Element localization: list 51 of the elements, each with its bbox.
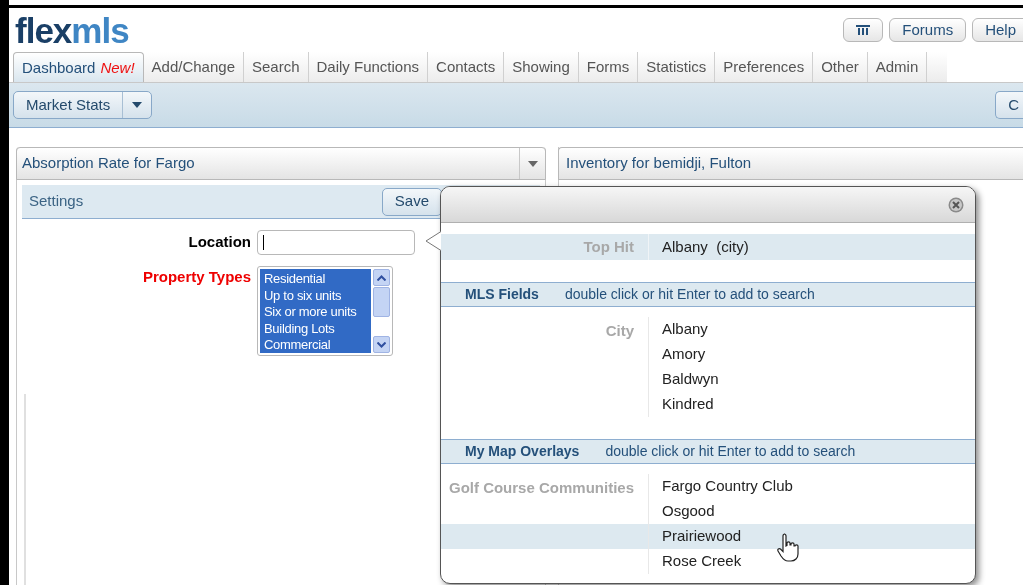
list-option[interactable]: Six or more units — [260, 304, 371, 321]
list-option[interactable]: Residential — [260, 271, 371, 288]
list-option[interactable]: Up to six units — [260, 287, 371, 304]
header-link-button[interactable]: Forums — [889, 18, 967, 42]
section-title: My Map Overlays — [464, 442, 580, 461]
top-hit-label: Top Hit — [582, 236, 635, 257]
logo-text: flexmls — [15, 12, 129, 48]
market-stats-split-button[interactable]: Market Stats — [13, 91, 153, 119]
scroll-up-icon[interactable] — [377, 274, 386, 281]
settings-title: Settings — [28, 191, 84, 212]
nav-tab[interactable]: Other — [813, 52, 868, 82]
location-label: Location — [187, 232, 252, 253]
top-hit-value[interactable]: Albany (city) — [648, 234, 749, 260]
section-hint: double click or hit Enter to add to search — [563, 285, 815, 304]
hand-cursor-icon — [776, 532, 802, 564]
group-label: Golf Course Communities — [447, 478, 635, 498]
nav-tab[interactable]: Search — [244, 52, 309, 82]
property-types-listbox[interactable]: Residential Up to six units Six or more units Building Lots Commercial — [257, 266, 393, 356]
toolbar-button[interactable]: C — [995, 91, 1023, 119]
scroll-down-icon[interactable] — [377, 341, 386, 348]
scrollbar[interactable] — [373, 269, 390, 353]
nav-tab[interactable]: Daily Functions — [308, 52, 429, 82]
nav-tab[interactable]: Contacts — [428, 52, 505, 82]
nav-tab[interactable]: Add/Change — [143, 52, 244, 82]
nav-tab[interactable]: Admin — [867, 52, 928, 82]
section-title: MLS Fields — [464, 285, 539, 304]
apps-button[interactable] — [843, 18, 884, 42]
nav-tab[interactable]: Preferences — [715, 52, 814, 82]
panel-title: Inventory for bemidji, Fulton — [565, 153, 752, 174]
nav-tab[interactable]: Statistics — [638, 52, 716, 82]
nav-tab[interactable]: Forms — [578, 52, 639, 82]
header-link-button[interactable]: Help — [972, 18, 1023, 42]
dropdown-caret-icon[interactable] — [527, 160, 538, 167]
panel-title: Absorption Rate for Fargo — [21, 153, 195, 174]
list-option[interactable]: Commercial — [260, 337, 371, 353]
dropdown-caret-icon — [132, 102, 143, 108]
suggestion-item[interactable]: Albany — [648, 317, 975, 342]
nav-tab[interactable]: Showing — [504, 52, 579, 82]
group-label: City — [604, 321, 635, 341]
suggestion-item[interactable]: Baldwyn — [648, 367, 975, 392]
location-field[interactable] — [257, 230, 415, 255]
close-icon[interactable] — [948, 196, 964, 213]
columns-icon — [856, 25, 871, 35]
property-types-label: Property Types — [141, 267, 252, 287]
nav-tab[interactable]: Dashboard New! — [13, 52, 144, 82]
section-hint: double click or hit Enter to add to search — [604, 442, 856, 461]
suggestion-item[interactable]: Fargo Country Club — [648, 474, 975, 499]
save-button[interactable]: Save — [381, 187, 442, 216]
suggestion-item[interactable]: Kindred — [648, 392, 975, 417]
list-option[interactable]: Building Lots — [260, 320, 371, 337]
suggestion-item[interactable]: Amory — [648, 342, 975, 367]
